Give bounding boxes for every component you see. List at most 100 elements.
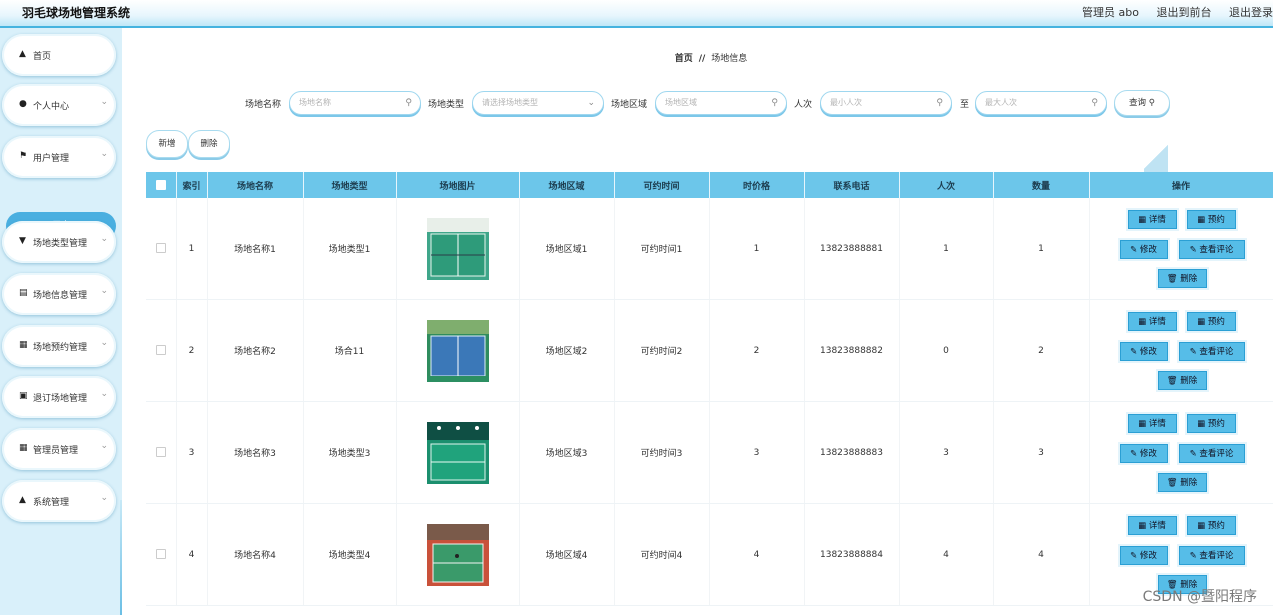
max-people-input[interactable]: 最大人次 ⚲	[975, 91, 1107, 115]
book-button[interactable]: ▦ 预约	[1186, 311, 1236, 331]
reviews-button[interactable]: ✎ 查看评论	[1178, 239, 1245, 259]
flag-icon: ⚑	[19, 151, 28, 161]
sidebar-item-home[interactable]: ▲ 首页	[2, 34, 116, 76]
cell-area: 场地区域2	[519, 299, 615, 402]
logout-link[interactable]: 退出登录	[1229, 6, 1273, 19]
venue-type-select[interactable]: 请选择场地类型 ⌄	[472, 91, 604, 115]
cell-type: 场地类型4	[303, 503, 397, 606]
sidebar-item-label: 退订场地管理	[33, 394, 88, 404]
search-icon: ⚲	[405, 98, 412, 108]
book-button[interactable]: ▦ 预约	[1186, 209, 1236, 229]
cell-phone: 13823888881	[804, 198, 900, 300]
venue-area-label: 场地区域	[611, 100, 648, 110]
chevron-down-icon: ⌄	[100, 441, 108, 451]
cell-index: 1	[176, 198, 208, 300]
detail-button[interactable]: ▦ 详情	[1127, 515, 1177, 535]
delete-row-button[interactable]: 🗑 删除	[1157, 268, 1207, 288]
cell-image	[396, 299, 520, 402]
cell-people: 3	[899, 401, 994, 504]
main-content: 首页 // 场地信息 场地名称 场地名称 ⚲ 场地类型 请选择场地类型 ⌄ 场地区域…	[122, 28, 1273, 615]
cell-index: 4	[176, 503, 208, 606]
column-header: 人次	[899, 172, 994, 198]
sidebar-item-bookings[interactable]: ▦ 场地预约管理 ⌄	[2, 325, 116, 367]
edit-button[interactable]: ✎ 修改	[1119, 341, 1168, 361]
column-header: 时价格	[709, 172, 805, 198]
row-checkbox[interactable]	[146, 299, 177, 402]
people-label: 人次	[794, 100, 813, 110]
sidebar-item-venue-info[interactable]: ▤ 场地信息管理 ⌄	[2, 273, 116, 315]
cell-phone: 13823888884	[804, 503, 900, 606]
column-header: 场地图片	[396, 172, 520, 198]
sidebar-item-label: 用户管理	[33, 154, 70, 164]
table-row: 1 场地名称1 场地类型1 场地区域1 可约时间1 1 13823888881 …	[146, 198, 1273, 300]
cell-name: 场地名称4	[207, 503, 304, 606]
min-people-input[interactable]: 最小人次 ⚲	[820, 91, 952, 115]
watermark: CSDN @暨阳程序	[1142, 589, 1257, 605]
reviews-button[interactable]: ✎ 查看评论	[1178, 545, 1245, 565]
row-checkbox[interactable]	[146, 198, 177, 300]
reviews-button[interactable]: ✎ 查看评论	[1178, 341, 1245, 361]
sidebar: ▲ 首页 ● 个人中心 ⌄ ⚑ 用户管理 ⌄ 用户 ☟ ▼ 场地类型管理 ⌄ ▤…	[0, 28, 122, 615]
chevron-down-icon: ⌄	[100, 286, 108, 296]
venue-image[interactable]	[426, 523, 489, 586]
sidebar-item-cancellations[interactable]: ▣ 退订场地管理 ⌄	[2, 376, 116, 418]
venue-area-input[interactable]: 场地区域 ⚲	[655, 91, 787, 115]
edit-button[interactable]: ✎ 修改	[1119, 443, 1168, 463]
detail-button[interactable]: ▦ 详情	[1127, 209, 1177, 229]
book-button[interactable]: ▦ 预约	[1186, 515, 1236, 535]
venue-name-input[interactable]: 场地名称 ⚲	[289, 91, 421, 115]
venue-name-label: 场地名称	[245, 100, 282, 110]
column-header: 索引	[176, 172, 208, 198]
row-checkbox[interactable]	[146, 401, 177, 504]
delete-row-button[interactable]: 🗑 删除	[1157, 472, 1207, 492]
sidebar-item-label: 首页	[33, 52, 52, 62]
delete-row-button[interactable]: 🗑 删除	[1157, 370, 1207, 390]
venue-image[interactable]	[426, 319, 489, 382]
cell-image	[396, 198, 520, 300]
cell-area: 场地区域4	[519, 503, 615, 606]
delete-button[interactable]: 删除	[188, 130, 230, 158]
cell-price: 2	[709, 299, 805, 402]
cell-image	[396, 401, 520, 504]
detail-button[interactable]: ▦ 详情	[1127, 311, 1177, 331]
column-header: 可约时间	[614, 172, 710, 198]
breadcrumb-home[interactable]: 首页	[675, 54, 693, 64]
column-header: 数量	[993, 172, 1090, 198]
search-button[interactable]: 查询 ⚲	[1114, 90, 1170, 116]
cell-people: 0	[899, 299, 994, 402]
cell-area: 场地区域3	[519, 401, 615, 504]
grid-icon: ▦	[19, 340, 28, 350]
select-all-checkbox[interactable]	[146, 172, 177, 198]
cell-type: 场地类型3	[303, 401, 397, 504]
sidebar-item-users[interactable]: ⚑ 用户管理 ⌄	[2, 136, 116, 178]
search-icon: ⚲	[936, 98, 943, 108]
placeholder: 最大人次	[985, 98, 1017, 107]
grid-icon: ▦	[19, 443, 28, 453]
sidebar-item-profile[interactable]: ● 个人中心 ⌄	[2, 84, 116, 126]
placeholder: 场地名称	[299, 98, 331, 107]
detail-button[interactable]: ▦ 详情	[1127, 413, 1177, 433]
chevron-down-icon: ⌄	[587, 98, 595, 108]
column-header: 场地名称	[207, 172, 304, 198]
reviews-button[interactable]: ✎ 查看评论	[1178, 443, 1245, 463]
venue-image[interactable]	[426, 217, 489, 280]
cell-count: 2	[993, 299, 1090, 402]
cell-name: 场地名称1	[207, 198, 304, 300]
add-button[interactable]: 新增	[146, 130, 188, 158]
sidebar-item-admins[interactable]: ▦ 管理员管理 ⌄	[2, 428, 116, 470]
column-header: 联系电话	[804, 172, 900, 198]
chevron-down-icon: ⌄	[100, 493, 108, 503]
sidebar-item-venue-types[interactable]: ▼ 场地类型管理 ⌄	[2, 221, 116, 263]
edit-button[interactable]: ✎ 修改	[1119, 239, 1168, 259]
chevron-down-icon: ⌄	[100, 389, 108, 399]
sidebar-item-label: 场地预约管理	[33, 343, 88, 353]
edit-button[interactable]: ✎ 修改	[1119, 545, 1168, 565]
sidebar-item-label: 个人中心	[33, 102, 70, 112]
back-to-frontend-link[interactable]: 退出到前台	[1157, 6, 1212, 19]
sidebar-item-system[interactable]: ▲ 系统管理 ⌄	[2, 480, 116, 522]
venue-image[interactable]	[426, 421, 489, 484]
cell-price: 3	[709, 401, 805, 504]
row-checkbox[interactable]	[146, 503, 177, 606]
chevron-down-icon: ⌄	[100, 97, 108, 107]
book-button[interactable]: ▦ 预约	[1186, 413, 1236, 433]
